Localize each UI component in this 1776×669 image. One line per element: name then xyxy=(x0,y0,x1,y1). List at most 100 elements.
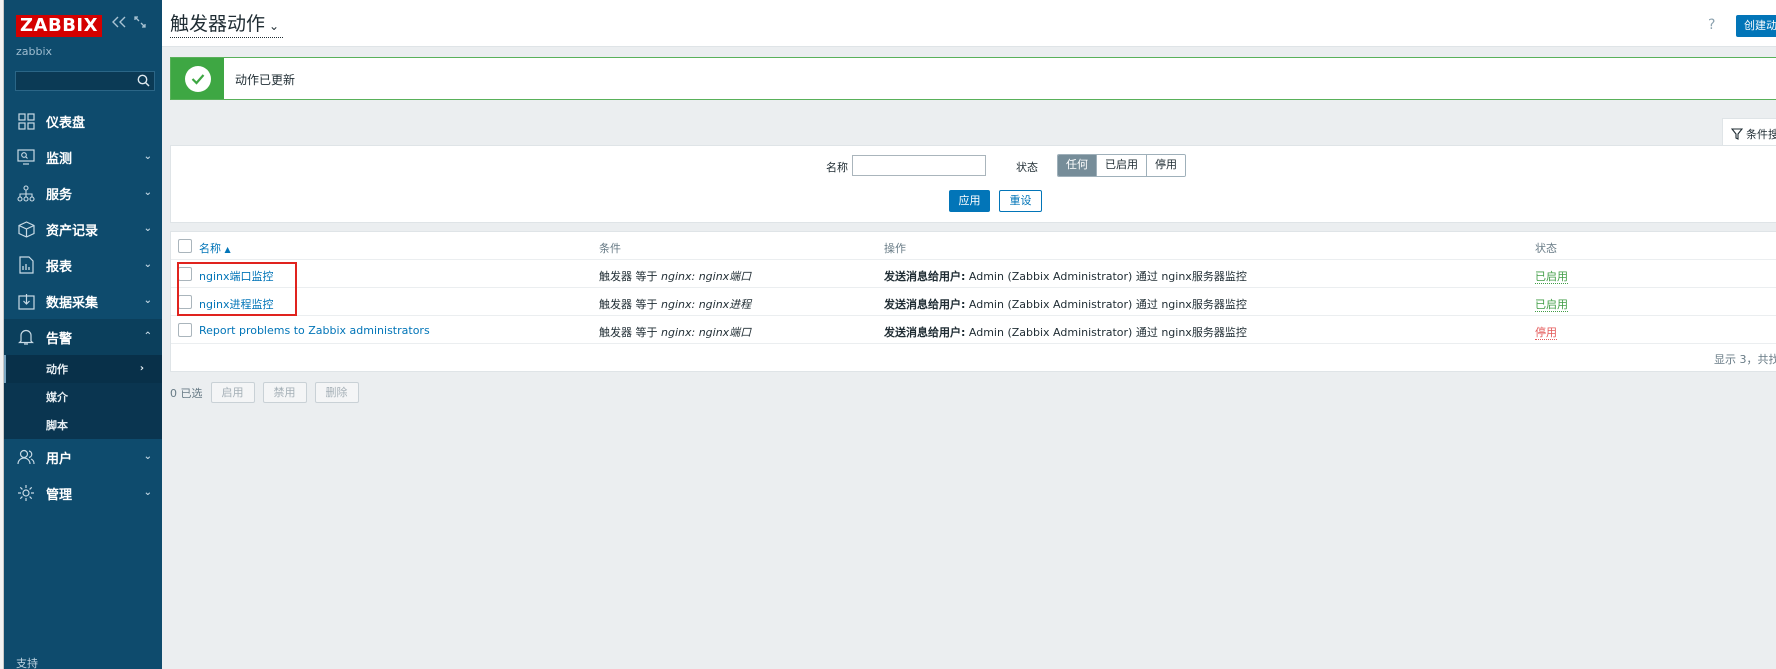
create-action-button[interactable]: 创建动作 xyxy=(1736,15,1776,37)
page-title[interactable]: 触发器动作 ⌄ xyxy=(170,13,284,38)
action-condition: 触发器 等于 nginx: nginx端口 xyxy=(599,326,752,339)
data-collection-icon xyxy=(16,291,36,311)
submenu-item-scripts[interactable]: 脚本 xyxy=(4,411,162,439)
status-filter-toggle: 任何 已启用 停用 xyxy=(1057,154,1186,177)
table-footer-count: 显示 3，共找到 3 xyxy=(1714,353,1776,366)
status-filter-label: 状态 xyxy=(1016,161,1038,174)
chevron-down-icon: ⌄ xyxy=(143,187,152,198)
sort-asc-icon: ▲ xyxy=(224,245,231,254)
search-icon[interactable] xyxy=(137,74,150,90)
filter-tab[interactable]: 条件搜索 xyxy=(1722,118,1776,146)
inventory-icon xyxy=(16,219,36,239)
sidebar-item-label: 监测 xyxy=(46,151,73,167)
sidebar-item-reports[interactable]: 报表 ⌄ xyxy=(4,247,162,283)
sidebar-item-label: 报表 xyxy=(46,259,73,275)
gear-icon xyxy=(16,483,36,503)
sidebar-search-input[interactable] xyxy=(15,71,155,91)
sidebar-item-users[interactable]: 用户 ⌄ xyxy=(4,439,162,475)
success-icon-box xyxy=(171,58,224,99)
action-condition: 触发器 等于 nginx: nginx进程 xyxy=(599,298,752,311)
submenu-item-actions[interactable]: 动作 › xyxy=(4,355,162,383)
row-checkbox[interactable] xyxy=(178,323,192,337)
sidebar-item-alerts[interactable]: 告警 ⌃ xyxy=(4,319,162,355)
action-operation: 发送消息给用户: Admin (Zabbix Administrator) 通过… xyxy=(884,270,1247,283)
name-filter-label: 名称 xyxy=(826,161,848,174)
submenu-item-label: 脚本 xyxy=(46,419,68,432)
submenu-item-label: 媒介 xyxy=(46,391,68,404)
collapse-sidebar-icon[interactable] xyxy=(112,16,126,31)
sidebar-item-inventory[interactable]: 资产记录 ⌄ xyxy=(4,211,162,247)
filter-icon xyxy=(1730,128,1744,140)
sidebar-item-label: 服务 xyxy=(46,187,73,203)
status-option-any[interactable]: 任何 xyxy=(1058,155,1097,176)
sidebar-item-administration[interactable]: 管理 ⌄ xyxy=(4,475,162,511)
action-status[interactable]: 已启用 xyxy=(1535,268,1568,284)
server-name: zabbix xyxy=(16,45,53,58)
action-operation: 发送消息给用户: Admin (Zabbix Administrator) 通过… xyxy=(884,298,1247,311)
disable-button[interactable]: 禁用 xyxy=(262,382,307,403)
users-icon xyxy=(16,447,36,467)
filter-panel: 名称 状态 任何 已启用 停用 应用 重设 xyxy=(170,145,1776,223)
reset-button[interactable]: 重设 xyxy=(999,190,1042,212)
bell-icon xyxy=(16,327,36,347)
message-text: 动作已更新 xyxy=(235,73,296,87)
sidebar-item-monitoring[interactable]: 监测 ⌄ xyxy=(4,139,162,175)
actions-table: 名称 ▲ 条件 操作 状态 nginx端口监控 触发器 等于 nginx: ng… xyxy=(170,231,1776,372)
table-row: Report problems to Zabbix administrators… xyxy=(171,316,1776,344)
zabbix-logo[interactable]: ZABBIX xyxy=(16,15,102,37)
select-all-checkbox[interactable] xyxy=(178,239,192,253)
chevron-down-icon: ⌄ xyxy=(143,151,152,162)
action-status[interactable]: 停用 xyxy=(1535,324,1557,340)
enable-button[interactable]: 启用 xyxy=(210,382,255,403)
action-status[interactable]: 已启用 xyxy=(1535,296,1568,312)
reports-icon xyxy=(16,255,36,275)
sidebar-item-label: 告警 xyxy=(46,331,73,347)
status-option-disabled[interactable]: 停用 xyxy=(1147,155,1185,176)
sidebar-item-dashboard[interactable]: 仪表盘 xyxy=(4,103,162,139)
chevron-down-icon: ⌄ xyxy=(143,295,152,306)
bulk-actions: 0 已选 启用 禁用 删除 xyxy=(170,382,359,403)
check-icon xyxy=(184,65,211,92)
success-message: 动作已更新 xyxy=(170,57,1776,100)
help-icon[interactable]: ? xyxy=(1708,17,1715,33)
selected-count: 0 已选 xyxy=(170,386,203,400)
submenu-item-label: 动作 xyxy=(46,363,68,376)
chevron-down-icon: ⌄ xyxy=(143,223,152,234)
sidebar-item-label: 数据采集 xyxy=(46,295,99,311)
chevron-up-icon: ⌃ xyxy=(143,331,152,342)
status-option-enabled[interactable]: 已启用 xyxy=(1097,155,1147,176)
monitoring-icon xyxy=(16,147,36,167)
chevron-right-icon: › xyxy=(139,363,144,374)
column-header-operations: 操作 xyxy=(884,242,906,255)
annotation-highlight-box xyxy=(177,262,297,316)
sidebar-item-label: 用户 xyxy=(46,451,73,467)
column-header-name[interactable]: 名称 ▲ xyxy=(199,240,231,256)
kiosk-mode-icon[interactable] xyxy=(134,16,146,31)
submenu-item-media[interactable]: 媒介 xyxy=(4,383,162,411)
page-title-text: 触发器动作 xyxy=(170,13,266,35)
column-header-conditions: 条件 xyxy=(599,242,621,255)
sidebar-item-label: 仪表盘 xyxy=(46,115,86,131)
apply-button[interactable]: 应用 xyxy=(949,190,990,212)
services-icon xyxy=(16,183,36,203)
filter-tab-label: 条件搜索 xyxy=(1746,128,1776,141)
name-filter-input[interactable] xyxy=(852,155,986,176)
main-content: 触发器动作⌄ ? 创建动作 动作已更新 条件搜索 名称 状态 任何 已启用 停用… xyxy=(162,0,1776,669)
sidebar-item-services[interactable]: 服务 ⌄ xyxy=(4,175,162,211)
sidebar-item-data-collection[interactable]: 数据采集 ⌄ xyxy=(4,283,162,319)
sidebar-support-link[interactable]: 支持 xyxy=(16,655,38,669)
sidebar-item-label: 资产记录 xyxy=(46,223,99,239)
action-condition: 触发器 等于 nginx: nginx端口 xyxy=(599,270,752,283)
action-operation: 发送消息给用户: Admin (Zabbix Administrator) 通过… xyxy=(884,326,1247,339)
table-row: nginx端口监控 触发器 等于 nginx: nginx端口 发送消息给用户:… xyxy=(171,260,1776,288)
chevron-down-icon: ⌄ xyxy=(269,19,280,33)
sidebar: ZABBIX zabbix 仪表盘 监测 ⌄ 服务 ⌄ 资产记录 ⌄ 报表 ⌄ … xyxy=(4,0,162,669)
alerts-submenu: 动作 › 媒介 脚本 xyxy=(4,355,162,439)
dashboard-icon xyxy=(16,111,36,131)
chevron-down-icon: ⌄ xyxy=(143,487,152,498)
delete-button[interactable]: 删除 xyxy=(314,382,359,403)
table-row: nginx进程监控 触发器 等于 nginx: nginx进程 发送消息给用户:… xyxy=(171,288,1776,316)
action-name-link[interactable]: Report problems to Zabbix administrators xyxy=(199,324,430,337)
chevron-down-icon: ⌄ xyxy=(143,451,152,462)
header: 触发器动作⌄ ? 创建动作 xyxy=(162,0,1776,47)
